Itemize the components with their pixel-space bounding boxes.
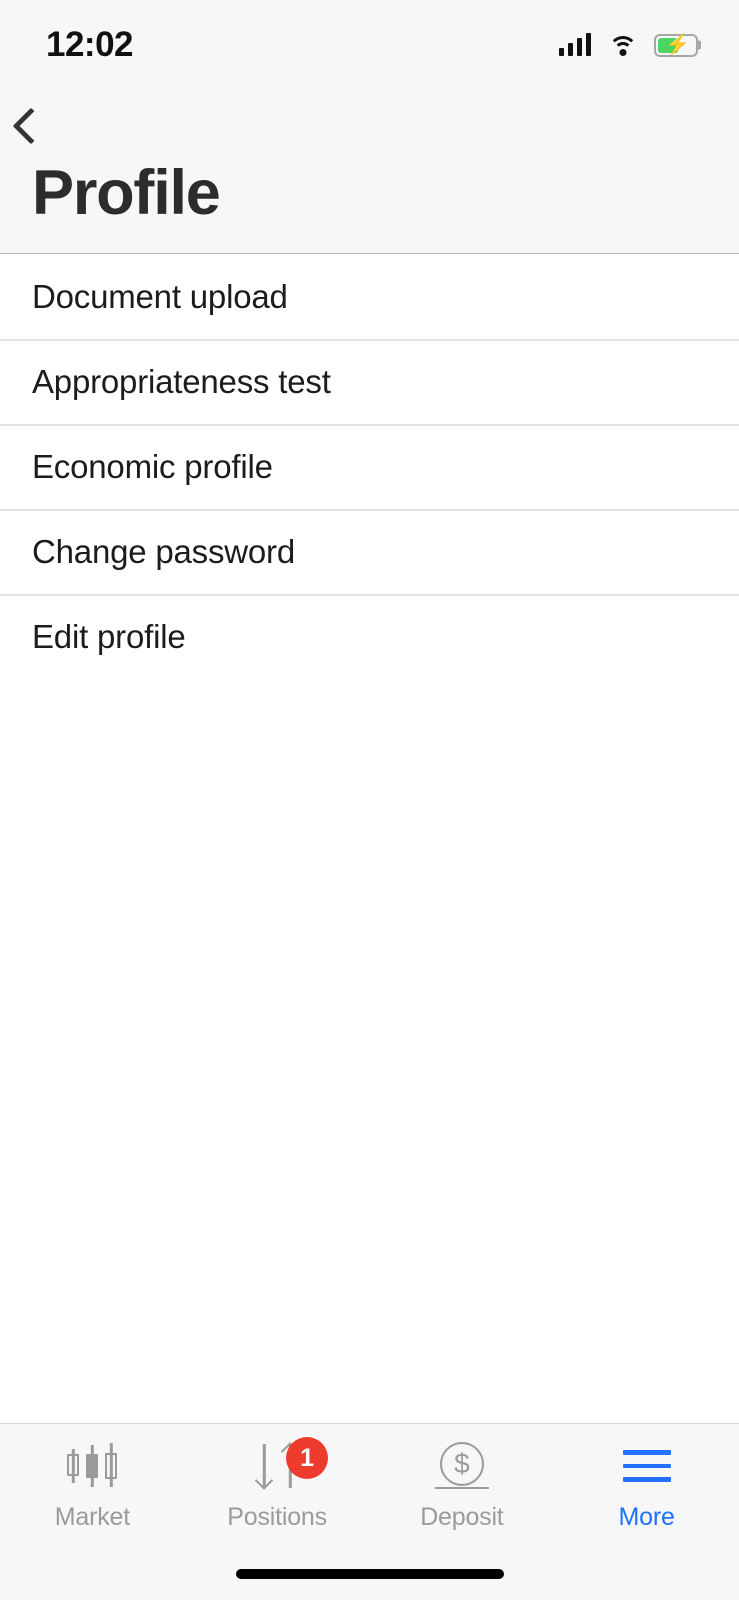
list-item-label: Appropriateness test: [32, 362, 331, 400]
list-item-label: Economic profile: [32, 447, 273, 485]
tab-more[interactable]: More: [554, 1424, 739, 1548]
profile-menu-list: Document upload Appropriateness test Eco…: [0, 254, 739, 1423]
wifi-icon: [608, 34, 637, 56]
home-indicator-area: [0, 1548, 739, 1600]
signal-bars-icon: [558, 33, 591, 56]
tab-positions[interactable]: 1 Positions: [185, 1424, 370, 1548]
bottom-tab-bar: Market 1 Positions $ Deposit More: [0, 1423, 739, 1548]
back-button[interactable]: [0, 90, 80, 162]
status-bar-time: 12:02: [46, 25, 134, 64]
tab-label-market: Market: [54, 1503, 130, 1531]
list-item-label: Edit profile: [32, 617, 186, 655]
list-item-label: Document upload: [32, 277, 288, 315]
phone-screen: 12:02 ⚡ Profile Document upload Appropri…: [0, 0, 739, 1600]
tab-label-deposit: Deposit: [420, 1503, 504, 1531]
hamburger-menu-icon: [610, 1441, 684, 1491]
tab-label-more: More: [618, 1503, 675, 1531]
tab-label-positions: Positions: [227, 1503, 327, 1531]
status-bar-indicators: ⚡: [558, 33, 702, 57]
dollar-coin-icon: $: [425, 1441, 499, 1491]
tab-market[interactable]: Market: [0, 1424, 185, 1548]
status-bar: 12:02 ⚡: [0, 0, 739, 90]
list-item-document-upload[interactable]: Document upload: [0, 254, 739, 339]
list-item-appropriateness-test[interactable]: Appropriateness test: [0, 339, 739, 424]
home-indicator-bar[interactable]: [235, 1569, 504, 1579]
arrows-down-up-icon: 1: [240, 1437, 329, 1491]
list-item-economic-profile[interactable]: Economic profile: [0, 424, 739, 509]
page-header: Profile: [0, 90, 739, 254]
list-item-label: Change password: [32, 532, 295, 570]
page-title: Profile: [32, 158, 221, 228]
positions-badge: 1: [286, 1437, 329, 1479]
battery-charging-icon: ⚡: [654, 33, 701, 57]
tab-deposit[interactable]: $ Deposit: [370, 1424, 555, 1548]
list-item-change-password[interactable]: Change password: [0, 509, 739, 594]
candlestick-chart-icon: [55, 1441, 129, 1491]
chevron-left-icon: [12, 107, 50, 145]
list-item-edit-profile[interactable]: Edit profile: [0, 594, 739, 679]
